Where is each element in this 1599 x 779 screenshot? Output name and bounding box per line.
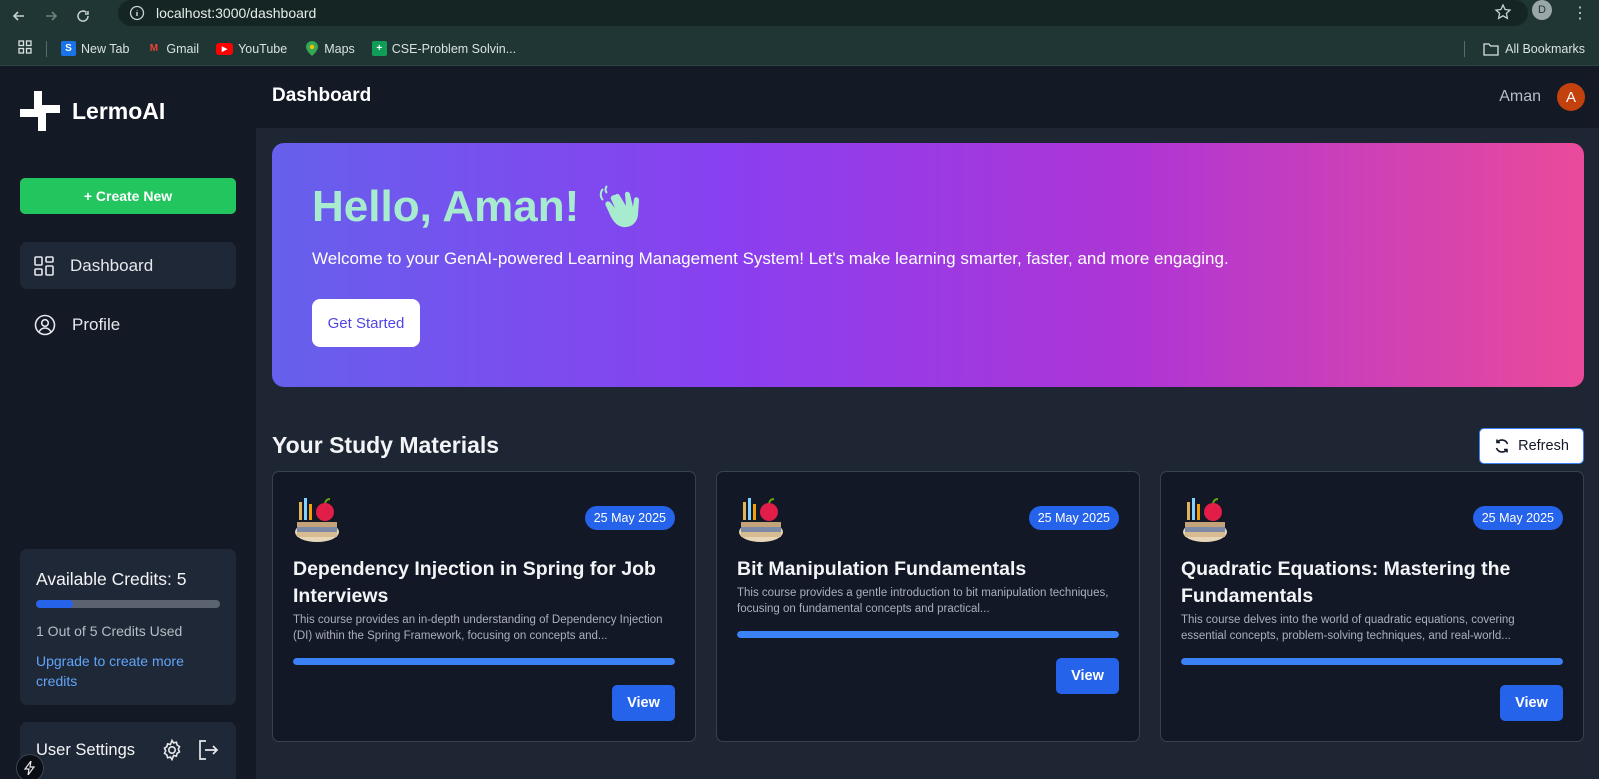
sheets-icon: + xyxy=(371,41,387,56)
date-badge: 25 May 2025 xyxy=(1472,506,1563,530)
bookmark-youtube[interactable]: ▶ YouTube xyxy=(216,42,287,56)
logout-icon[interactable] xyxy=(196,738,220,762)
date-badge: 25 May 2025 xyxy=(584,506,675,530)
brand-logo[interactable]: LermoAI xyxy=(20,91,165,131)
card-progress-fill xyxy=(737,631,1119,638)
get-started-button[interactable]: Get Started xyxy=(312,299,420,347)
bookmark-gmail[interactable]: M Gmail xyxy=(146,41,199,56)
user-circle-icon xyxy=(34,314,56,335)
bookmark-label: YouTube xyxy=(238,41,288,56)
credits-progress-bar xyxy=(36,600,220,608)
section-title: Your Study Materials xyxy=(272,432,500,458)
sidebar-item-label: Profile xyxy=(72,314,121,334)
books-apple-icon xyxy=(295,498,339,542)
avatar[interactable]: A xyxy=(1557,83,1585,111)
top-header: Dashboard Aman A xyxy=(256,66,1599,128)
site-info-icon[interactable] xyxy=(128,4,146,22)
apps-grid-icon[interactable] xyxy=(18,40,32,57)
credits-title: Available Credits: 5 xyxy=(36,569,187,589)
study-material-card[interactable]: 25 May 2025 Bit Manipulation Fundamental… xyxy=(716,471,1140,742)
card-progress-bar xyxy=(737,631,1119,638)
card-progress-bar xyxy=(293,658,675,665)
view-button[interactable]: View xyxy=(612,685,675,721)
credits-used-text: 1 Out of 5 Credits Used xyxy=(36,623,183,639)
grid-icon xyxy=(34,255,54,276)
sidebar: LermoAI + Create New Dashboard Profile A… xyxy=(0,66,256,779)
bookmarks-divider xyxy=(1464,41,1466,57)
study-material-card[interactable]: 25 May 2025 Dependency Injection in Spri… xyxy=(272,471,696,742)
books-apple-icon xyxy=(739,498,783,542)
folder-icon xyxy=(1483,42,1499,56)
gmail-icon: M xyxy=(149,43,159,54)
card-description: This course delves into the world of qua… xyxy=(1181,614,1515,642)
bookmark-label: Gmail xyxy=(166,41,200,56)
reload-icon[interactable] xyxy=(70,3,96,29)
bookmarks-divider xyxy=(46,40,47,57)
refresh-button[interactable]: Refresh xyxy=(1479,428,1584,464)
gear-icon[interactable] xyxy=(160,738,184,762)
all-bookmarks[interactable]: All Bookmarks xyxy=(1464,41,1585,57)
browser-profile-avatar[interactable]: D xyxy=(1532,0,1552,20)
new-tab-icon: S xyxy=(61,41,76,56)
all-bookmarks-label: All Bookmarks xyxy=(1505,42,1585,56)
bookmark-label: CSE-Problem Solvin... xyxy=(391,41,517,56)
greeting-text: Hello, Aman! xyxy=(312,182,580,231)
brand-name: LermoAI xyxy=(72,97,166,124)
user-settings-label: User Settings xyxy=(36,741,136,759)
bookmark-new-tab[interactable]: S New Tab xyxy=(61,41,129,56)
refresh-label: Refresh xyxy=(1518,438,1569,454)
youtube-icon: ▶ xyxy=(216,42,234,55)
view-button[interactable]: View xyxy=(1056,658,1119,694)
bookmark-cse-problem-solving[interactable]: + CSE-Problem Solvin... xyxy=(371,41,517,56)
refresh-icon xyxy=(1495,439,1509,453)
url-text: localhost:3000/dashboard xyxy=(156,5,317,21)
sidebar-item-dashboard[interactable]: Dashboard xyxy=(20,242,236,289)
card-description: This course provides a gentle introducti… xyxy=(737,587,1109,615)
bolt-icon[interactable] xyxy=(16,754,44,779)
waving-hand-icon xyxy=(600,185,640,228)
forward-icon[interactable] xyxy=(38,3,64,29)
welcome-banner: Hello, Aman! Welcome to your GenAI-power… xyxy=(272,143,1584,387)
card-title: Bit Manipulation Fundamentals xyxy=(737,558,1027,580)
credits-panel: Available Credits: 5 1 Out of 5 Credits … xyxy=(20,549,236,705)
card-title: Dependency Injection in Spring for Job I… xyxy=(293,558,656,607)
books-apple-icon xyxy=(1183,498,1227,542)
card-progress-bar xyxy=(1181,658,1563,665)
sidebar-item-label: Dashboard xyxy=(70,255,154,275)
address-bar[interactable]: localhost:3000/dashboard xyxy=(118,0,1528,26)
card-progress-fill xyxy=(293,658,675,665)
create-new-button[interactable]: + Create New xyxy=(20,178,236,214)
upgrade-credits-link[interactable]: Upgrade to create more credits xyxy=(36,651,220,691)
back-icon[interactable] xyxy=(6,3,32,29)
bookmark-label: Maps xyxy=(324,41,355,56)
date-badge: 25 May 2025 xyxy=(1028,506,1119,530)
greeting-heading: Hello, Aman! xyxy=(312,181,649,233)
bookmark-maps[interactable]: Maps xyxy=(304,41,355,56)
card-progress-fill xyxy=(1181,658,1563,665)
maps-icon xyxy=(304,41,319,56)
lermo-logo-icon xyxy=(20,91,60,131)
user-settings-panel: User Settings xyxy=(20,722,236,779)
credits-progress-fill xyxy=(36,600,73,608)
browser-menu-icon[interactable]: ⋮ xyxy=(1572,3,1588,23)
view-button[interactable]: View xyxy=(1500,685,1563,721)
bookmark-star-icon[interactable] xyxy=(1494,3,1512,26)
card-description: This course provides an in-depth underst… xyxy=(293,614,663,642)
bookmark-label: New Tab xyxy=(81,41,130,56)
user-name: Aman xyxy=(1499,88,1541,105)
page-title: Dashboard xyxy=(272,85,372,106)
bookmarks-bar: S New Tab M Gmail ▶ YouTube Maps + CSE-P… xyxy=(0,32,1599,66)
browser-toolbar: localhost:3000/dashboard D ⋮ xyxy=(0,0,1599,32)
study-material-card[interactable]: 25 May 2025 Quadratic Equations: Masteri… xyxy=(1160,471,1584,742)
welcome-subtitle: Welcome to your GenAI-powered Learning M… xyxy=(312,249,1229,268)
card-title: Quadratic Equations: Mastering the Funda… xyxy=(1181,558,1511,607)
sidebar-item-profile[interactable]: Profile xyxy=(20,301,236,348)
